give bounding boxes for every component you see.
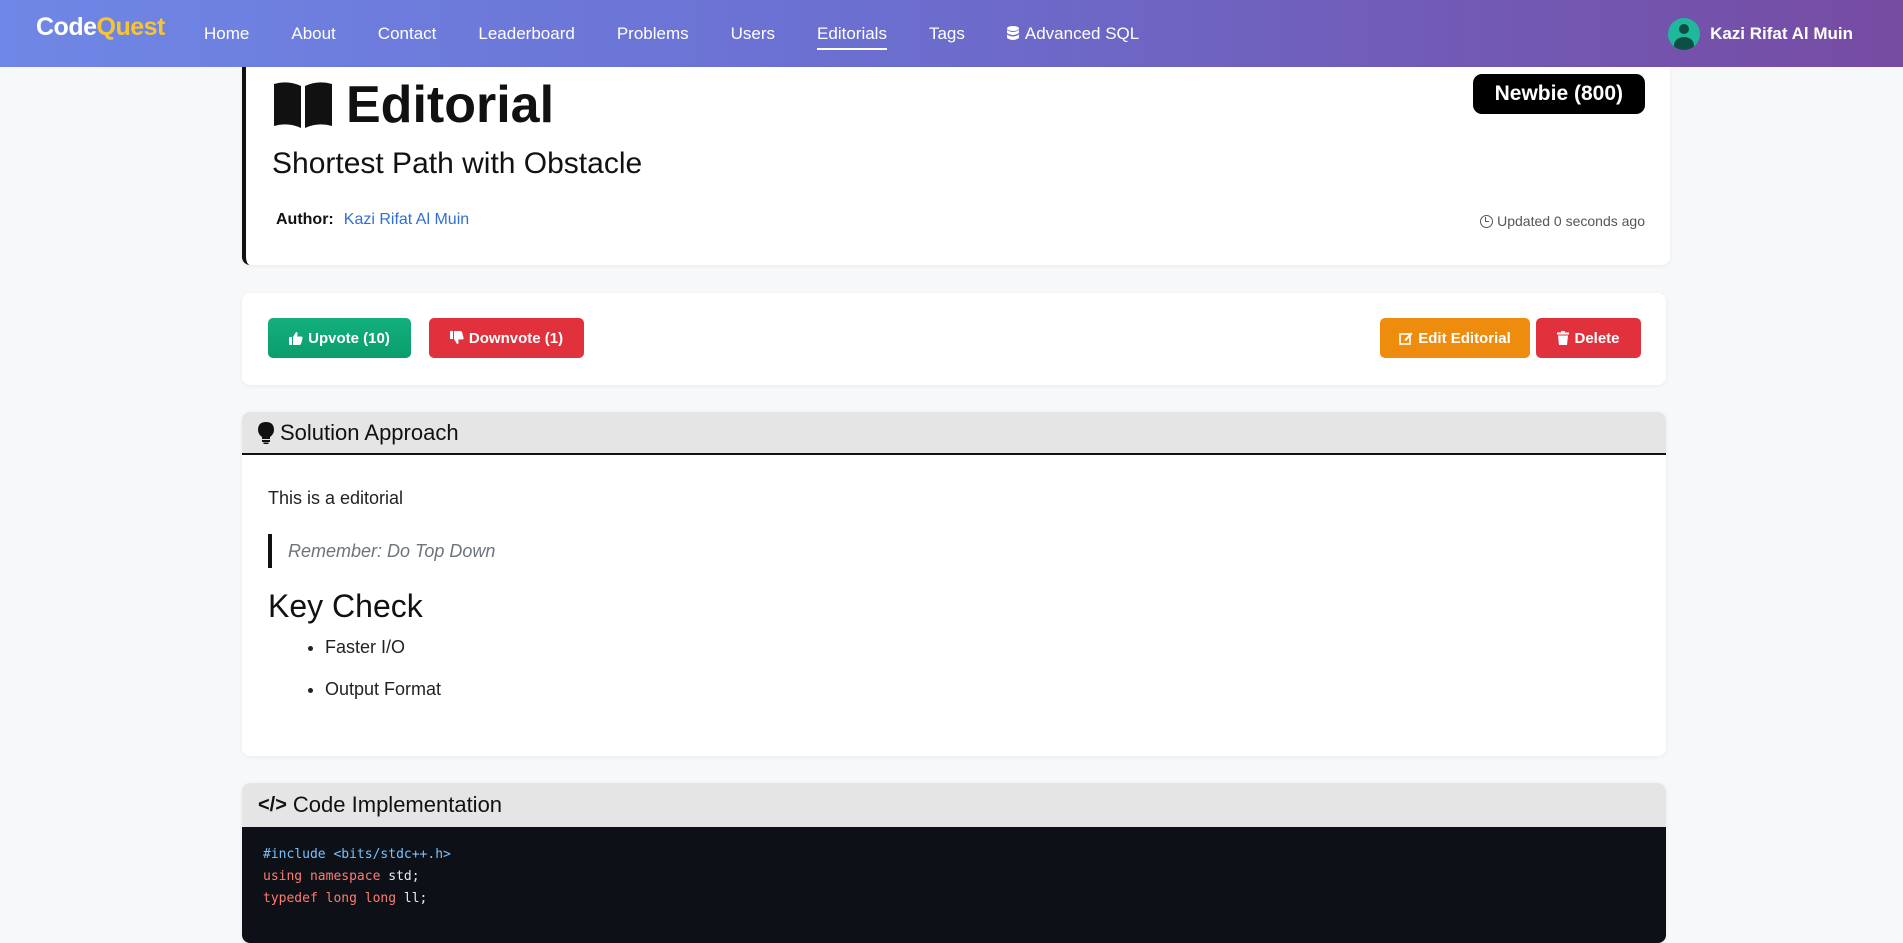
trash-icon bbox=[1557, 331, 1570, 345]
solution-approach-card: Solution Approach This is a editorial Re… bbox=[242, 412, 1666, 756]
thumbs-up-icon bbox=[289, 332, 303, 345]
author-link[interactable]: Kazi Rifat Al Muin bbox=[344, 211, 469, 229]
list-item: Output Format bbox=[325, 676, 441, 702]
title-row: Editorial bbox=[272, 75, 554, 135]
nav-advanced-sql[interactable]: Advanced SQL bbox=[1006, 0, 1140, 67]
solution-header: Solution Approach bbox=[242, 412, 1666, 455]
code-heading: Code Implementation bbox=[292, 792, 503, 817]
user-name: Kazi Rifat Al Muin bbox=[1710, 23, 1853, 43]
brand-logo[interactable]: CodeQuest bbox=[36, 13, 165, 42]
code-line: typedef long long ll; bbox=[263, 891, 428, 906]
author-line: Author: Kazi Rifat Al Muin bbox=[276, 211, 469, 229]
user-menu[interactable]: Kazi Rifat Al Muin bbox=[1668, 0, 1853, 67]
solution-text: This is a editorial bbox=[268, 488, 404, 508]
edit-label: Edit Editorial bbox=[1418, 329, 1511, 347]
key-check-list: Faster I/O Output Format bbox=[297, 634, 441, 718]
code-implementation-card: </> Code Implementation #include <bits/s… bbox=[242, 783, 1666, 943]
code-line: #include <bits/stdc++.h> bbox=[263, 847, 451, 862]
upvote-button[interactable]: Upvote (10) bbox=[268, 318, 411, 358]
thumbs-down-icon bbox=[449, 331, 464, 344]
edit-icon bbox=[1399, 332, 1413, 345]
code-line: using namespace std; bbox=[263, 869, 420, 884]
upvote-label: Upvote (10) bbox=[308, 329, 390, 347]
clock-icon bbox=[1480, 214, 1494, 228]
list-item: Faster I/O bbox=[325, 634, 441, 660]
blockquote: Remember: Do Top Down bbox=[268, 534, 495, 568]
book-open-icon bbox=[274, 82, 332, 128]
editorial-header-card: Editorial Shortest Path with Obstacle Ne… bbox=[242, 67, 1670, 265]
difficulty-badge: Newbie (800) bbox=[1472, 74, 1645, 114]
database-icon bbox=[1006, 26, 1019, 40]
code-header: </> Code Implementation bbox=[242, 783, 1666, 827]
actions-card: Upvote (10) Downvote (1) Edit Editorial … bbox=[242, 293, 1666, 385]
edit-editorial-button[interactable]: Edit Editorial bbox=[1380, 318, 1530, 358]
nav-users[interactable]: Users bbox=[731, 0, 775, 67]
user-avatar-icon bbox=[1668, 17, 1701, 50]
nav-problems[interactable]: Problems bbox=[617, 0, 689, 67]
delete-label: Delete bbox=[1574, 329, 1620, 347]
downvote-label: Downvote (1) bbox=[468, 329, 564, 347]
nav-contact[interactable]: Contact bbox=[378, 0, 437, 67]
code-icon: </> bbox=[258, 793, 287, 816]
page-title: Editorial bbox=[346, 76, 555, 134]
nav-advanced-sql-label: Advanced SQL bbox=[1024, 23, 1140, 43]
updated-timestamp: Updated 0 seconds ago bbox=[1480, 213, 1645, 229]
nav-links: Home About Contact Leaderboard Problems … bbox=[204, 0, 1181, 67]
nav-home[interactable]: Home bbox=[204, 0, 249, 67]
updated-text: Updated 0 seconds ago bbox=[1497, 213, 1645, 229]
nav-tags[interactable]: Tags bbox=[929, 0, 965, 67]
solution-heading: Solution Approach bbox=[280, 419, 459, 445]
nav-about[interactable]: About bbox=[291, 0, 335, 67]
lightbulb-icon bbox=[258, 421, 274, 444]
brand-part-1: Code bbox=[36, 13, 97, 41]
navbar: CodeQuest Home About Contact Leaderboard… bbox=[0, 0, 1903, 67]
key-check-heading: Key Check bbox=[268, 588, 423, 624]
nav-editorials[interactable]: Editorials bbox=[817, 0, 887, 67]
problem-title: Shortest Path with Obstacle bbox=[272, 147, 643, 180]
author-label: Author: bbox=[276, 211, 334, 228]
brand-part-2: Quest bbox=[96, 13, 166, 41]
downvote-button[interactable]: Downvote (1) bbox=[429, 318, 584, 358]
delete-button[interactable]: Delete bbox=[1536, 318, 1641, 358]
nav-leaderboard[interactable]: Leaderboard bbox=[478, 0, 574, 67]
